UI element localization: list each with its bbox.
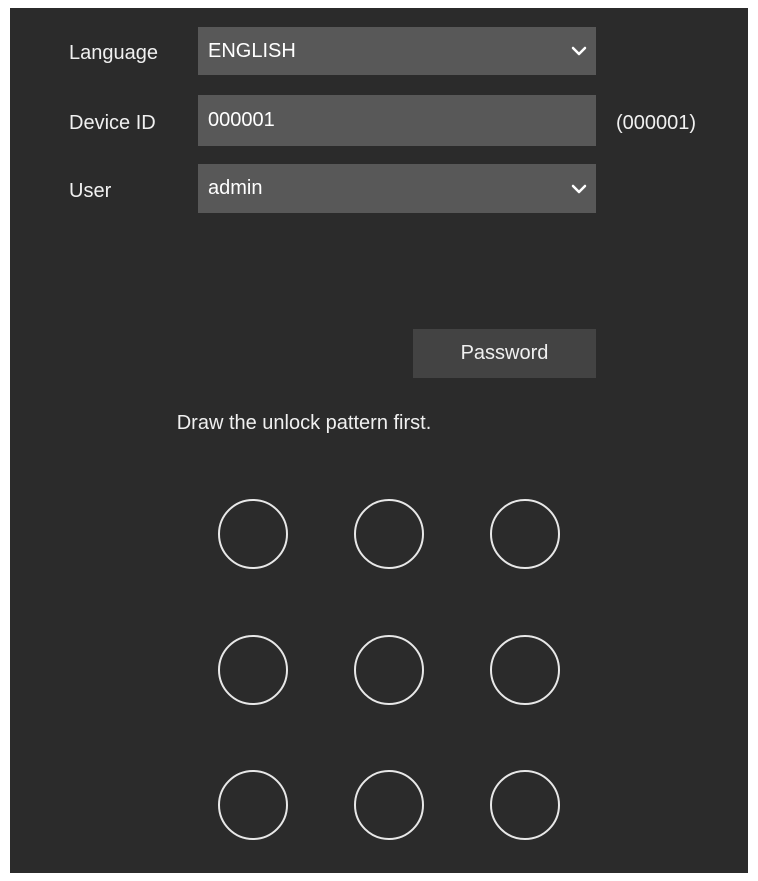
login-panel: Language ENGLISH Device ID 000001 (00000… bbox=[10, 8, 748, 873]
user-dropdown[interactable]: admin bbox=[198, 164, 596, 213]
language-label: Language bbox=[69, 42, 158, 64]
device-id-hint: (000001) bbox=[616, 112, 697, 134]
pattern-prompt: Draw the unlock pattern first. bbox=[176, 412, 432, 434]
language-value: ENGLISH bbox=[208, 39, 296, 62]
login-screen: Language ENGLISH Device ID 000001 (00000… bbox=[0, 0, 758, 881]
pattern-dot[interactable] bbox=[490, 770, 560, 840]
password-button[interactable]: Password bbox=[413, 329, 596, 378]
pattern-dot[interactable] bbox=[354, 499, 424, 569]
user-value: admin bbox=[208, 177, 263, 199]
device-id-field[interactable]: 000001 bbox=[198, 95, 596, 146]
pattern-dot[interactable] bbox=[354, 770, 424, 840]
pattern-dot[interactable] bbox=[490, 635, 560, 705]
pattern-dot[interactable] bbox=[490, 499, 560, 569]
pattern-dot[interactable] bbox=[218, 635, 288, 705]
device-id-label: Device ID bbox=[69, 112, 156, 134]
pattern-dot[interactable] bbox=[354, 635, 424, 705]
chevron-down-icon bbox=[562, 164, 596, 213]
user-label: User bbox=[69, 180, 112, 202]
language-dropdown[interactable]: ENGLISH bbox=[198, 27, 596, 75]
device-id-value: 000001 bbox=[208, 109, 275, 131]
pattern-dot[interactable] bbox=[218, 499, 288, 569]
pattern-dot[interactable] bbox=[218, 770, 288, 840]
chevron-down-icon bbox=[562, 27, 596, 75]
